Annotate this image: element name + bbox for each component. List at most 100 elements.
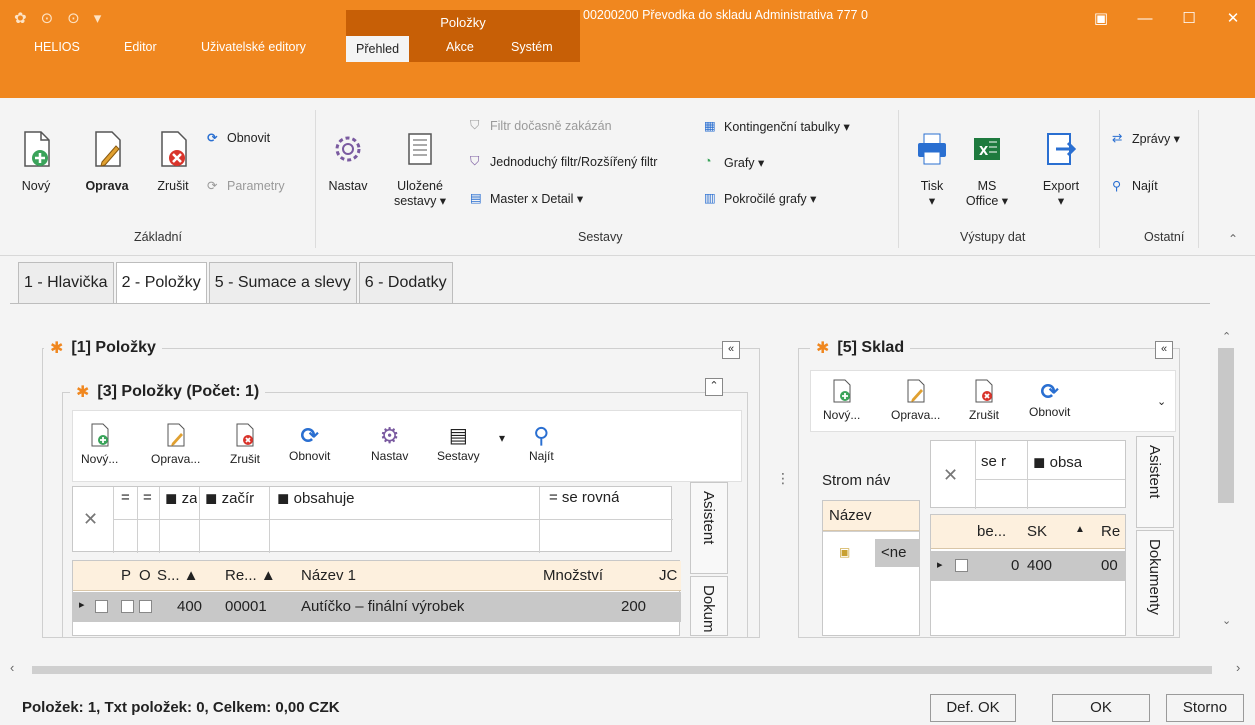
col-header-nazev[interactable]: Název — [829, 507, 872, 524]
grafy-button[interactable]: ◔ Grafy ▾ — [704, 154, 764, 170]
polozky-nastav-button[interactable]: ⚙ Nastav — [371, 423, 408, 463]
vertical-scrollbar[interactable]: ⌃ ⌄ — [1212, 320, 1244, 635]
horizontal-scrollbar[interactable]: ‹ › — [10, 660, 1245, 680]
tab-hlavicka[interactable]: 1 - Hlavička — [18, 262, 114, 304]
clear-filter-icon[interactable]: ✕ — [943, 465, 958, 486]
ms-office-button[interactable]: X MS Office ▾ — [962, 130, 1012, 208]
polozky-sestavy-button[interactable]: ▤ Sestavy — [437, 423, 480, 463]
scroll-left-icon[interactable]: ‹ — [10, 660, 14, 675]
oprava-button[interactable]: Oprava — [82, 130, 132, 193]
tab-uzivatelske-editory[interactable]: Uživatelské editory — [201, 40, 306, 62]
scroll-down-icon[interactable]: ⌄ — [1222, 614, 1231, 627]
col-header-be[interactable]: be... — [977, 523, 1021, 540]
col-header-jc[interactable]: JC — [659, 567, 679, 584]
collapse-subpanel-button[interactable]: ⌃ — [705, 378, 723, 396]
tab-system[interactable]: Systém — [511, 40, 553, 62]
sklad-zrusit-button[interactable]: Zrušit — [969, 379, 999, 422]
side-tab-dokumenty[interactable]: Dokum — [690, 576, 728, 636]
row-o-checkbox[interactable] — [139, 600, 152, 613]
tree-node[interactable]: <ne — [875, 539, 919, 567]
quick-access-dropdown-icon[interactable]: ▾ — [94, 9, 102, 27]
storno-button[interactable]: Storno — [1166, 694, 1244, 722]
polozky-sestavy-dropdown-icon[interactable]: ▾ — [499, 431, 505, 445]
favorite-star-icon[interactable]: ✱ — [50, 338, 63, 358]
scroll-right-icon[interactable]: › — [1236, 660, 1240, 675]
polozky-novy-button[interactable]: Nový... — [81, 423, 118, 466]
side-tab-dokumenty[interactable]: Dokumenty — [1136, 530, 1174, 636]
col-header-s[interactable]: S... ▲ — [157, 567, 219, 584]
kontingencni-tabulky-button[interactable]: ▦ Kontingenční tabulky ▾ — [704, 118, 850, 134]
new-doc-icon — [91, 423, 109, 447]
row-select-checkbox[interactable] — [955, 559, 968, 572]
zrusit-button[interactable]: Zrušit — [151, 130, 195, 193]
tab-sumace-a-slevy[interactable]: 5 - Sumace a slevy — [208, 262, 357, 304]
tisk-button[interactable]: Tisk ▾ — [912, 130, 952, 208]
polozky-oprava-button[interactable]: Oprava... — [151, 423, 200, 466]
row-select-checkbox[interactable] — [95, 600, 108, 613]
parametry-button[interactable]: ⟳ Parametry — [207, 178, 285, 194]
novy-button[interactable]: Nový — [18, 130, 54, 193]
filtr-docasne-zakazan[interactable]: ⛉ Filtr dočasně zakázán — [470, 118, 612, 134]
filter-op-mnozstvi[interactable]: = se rovná — [549, 489, 619, 506]
polozky-obnovit-button[interactable]: ⟳ Obnovit — [289, 423, 330, 463]
clear-filter-icon[interactable]: ✕ — [83, 509, 98, 530]
pokrocile-grafy-button[interactable]: ▥ Pokročilé grafy ▾ — [704, 190, 816, 206]
splitter-handle-icon[interactable]: ⋮ — [776, 470, 790, 487]
col-header-re[interactable]: Re — [1101, 523, 1123, 540]
filter-op-sk[interactable]: ◼ obsa — [1033, 453, 1082, 471]
filter-op-re[interactable]: ◼ začír — [205, 489, 254, 507]
favorite-star-icon[interactable]: ✱ — [76, 382, 89, 402]
tab-dodatky[interactable]: 6 - Dodatky — [358, 262, 453, 304]
col-header-nazev[interactable]: Název 1 — [301, 567, 356, 584]
collapse-panel-button[interactable]: « — [722, 341, 740, 359]
favorite-star-icon[interactable]: ✱ — [816, 338, 829, 358]
row-p-checkbox[interactable] — [121, 600, 134, 613]
tab-polozky[interactable]: 2 - Položky — [115, 262, 207, 304]
jednoduchy-filtr-button[interactable]: ⛉ Jednoduchý filtr/Rozšířený filtr — [470, 154, 657, 170]
undo-icon[interactable]: ⊙ — [41, 9, 54, 27]
nastav-button[interactable]: Nastav — [326, 130, 370, 193]
polozky-najit-button[interactable]: ⚲ Najít — [529, 423, 554, 463]
def-ok-button[interactable]: Def. OK — [930, 694, 1016, 722]
collapse-ribbon-icon[interactable]: ⌃ — [1228, 232, 1238, 246]
obnovit-button[interactable]: ⟳ Obnovit — [207, 130, 270, 146]
col-header-mnozstvi[interactable]: Množství — [543, 567, 603, 584]
sklad-novy-button[interactable]: Nový... — [823, 379, 860, 422]
maximize-button[interactable]: ☐ — [1167, 0, 1211, 36]
tab-prehled[interactable]: Přehled — [346, 36, 410, 62]
filter-op-s[interactable]: ◼ za — [165, 489, 197, 507]
filter-op-o[interactable]: = — [143, 489, 152, 506]
sklad-toolbar-expand-icon[interactable]: ⌄ — [1157, 395, 1166, 408]
tab-helios[interactable]: HELIOS — [34, 40, 80, 62]
sklad-obnovit-button[interactable]: ⟳ Obnovit — [1029, 379, 1070, 419]
ribbon-display-icon[interactable]: ▣ — [1079, 0, 1123, 36]
scrollbar-thumb[interactable] — [1218, 348, 1234, 503]
filter-op-p[interactable]: = — [121, 489, 130, 506]
col-header-re[interactable]: Re... ▲ — [225, 567, 295, 584]
collapse-sklad-button[interactable]: « — [1155, 341, 1173, 359]
minimize-button[interactable]: — — [1123, 0, 1167, 36]
scroll-up-icon[interactable]: ⌃ — [1222, 330, 1231, 343]
ok-button[interactable]: OK — [1052, 694, 1150, 722]
filter-op-be[interactable]: se r — [981, 453, 1006, 470]
ulozene-sestavy-button[interactable]: Uložené sestavy ▾ — [388, 130, 452, 208]
polozky-zrusit-button[interactable]: Zrušit — [230, 423, 260, 466]
sklad-oprava-button[interactable]: Oprava... — [891, 379, 940, 422]
najit-button[interactable]: ⚲ Najít — [1112, 178, 1158, 194]
tab-akce[interactable]: Akce — [446, 40, 474, 62]
close-button[interactable]: ✕ — [1211, 0, 1255, 36]
col-header-p[interactable]: P — [121, 567, 131, 584]
filter-op-nazev[interactable]: ◼ obsahuje — [277, 489, 355, 507]
col-header-o[interactable]: O — [139, 567, 151, 584]
scrollbar-thumb[interactable] — [32, 666, 1212, 674]
side-tab-asistent[interactable]: Asistent — [1136, 436, 1174, 528]
redo-icon[interactable]: ⊙ — [67, 9, 80, 27]
side-tab-asistent[interactable]: Asistent — [690, 482, 728, 574]
master-detail-button[interactable]: ▤ Master x Detail ▾ — [470, 190, 583, 206]
zpravy-button[interactable]: ⇄ Zprávy ▾ — [1112, 130, 1180, 146]
col-header-sk[interactable]: SK — [1027, 523, 1047, 540]
tab-editor[interactable]: Editor — [124, 40, 157, 62]
export-button[interactable]: Export ▾ — [1036, 130, 1086, 208]
table-row[interactable]: ▸ 400 00001 Autíčko – finální výrobek 20… — [73, 592, 681, 622]
table-row[interactable]: ▸ 0 400 00 — [931, 551, 1125, 581]
